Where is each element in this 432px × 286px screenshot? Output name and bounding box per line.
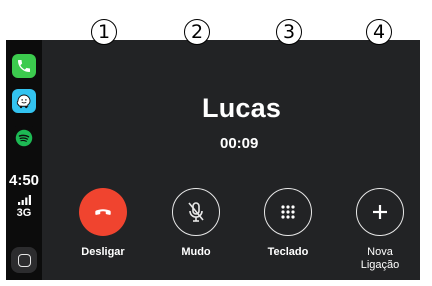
keypad-icon [281,205,295,219]
callout-number-3: 3 [276,19,302,45]
mute-mic-icon [188,202,204,222]
keypad-label: Teclado [267,246,309,258]
mute-button[interactable] [172,188,220,236]
mute-label: Mudo [181,246,211,258]
new-call-label-line1: Nova [367,246,393,258]
keypad-button[interactable] [264,188,312,236]
spotify-app-icon[interactable] [12,126,36,150]
home-button-icon [17,253,31,267]
waze-app-icon[interactable] [12,89,36,113]
new-call-button[interactable] [356,188,404,236]
home-button[interactable] [11,247,37,273]
plus-icon [373,205,387,219]
network-type: 3G [16,207,32,219]
spotify-icon [15,129,33,147]
phone-icon [18,60,30,72]
phone-app-icon[interactable] [12,54,36,78]
carplay-screen: 4:50 3G Lucas 00:09 Desligar Mudo Teclad… [6,40,420,280]
carplay-sidebar: 4:50 3G [6,40,42,280]
signal-strength-icon [18,195,31,205]
waze-icon [16,94,31,109]
callout-number-2: 2 [184,19,210,45]
manual-figure: 4:50 3G Lucas 00:09 Desligar Mudo Teclad… [0,0,432,286]
new-call-label-line2: Ligação [360,259,400,271]
callout-number-1: 1 [91,19,117,45]
contact-name: Lucas [202,93,282,123]
call-duration: 00:09 [220,135,259,152]
callout-number-4: 4 [366,19,392,45]
status-clock: 4:50 [8,172,40,189]
hang-up-icon [95,209,111,215]
hang-up-label: Desligar [81,246,125,258]
hang-up-button[interactable] [79,188,127,236]
